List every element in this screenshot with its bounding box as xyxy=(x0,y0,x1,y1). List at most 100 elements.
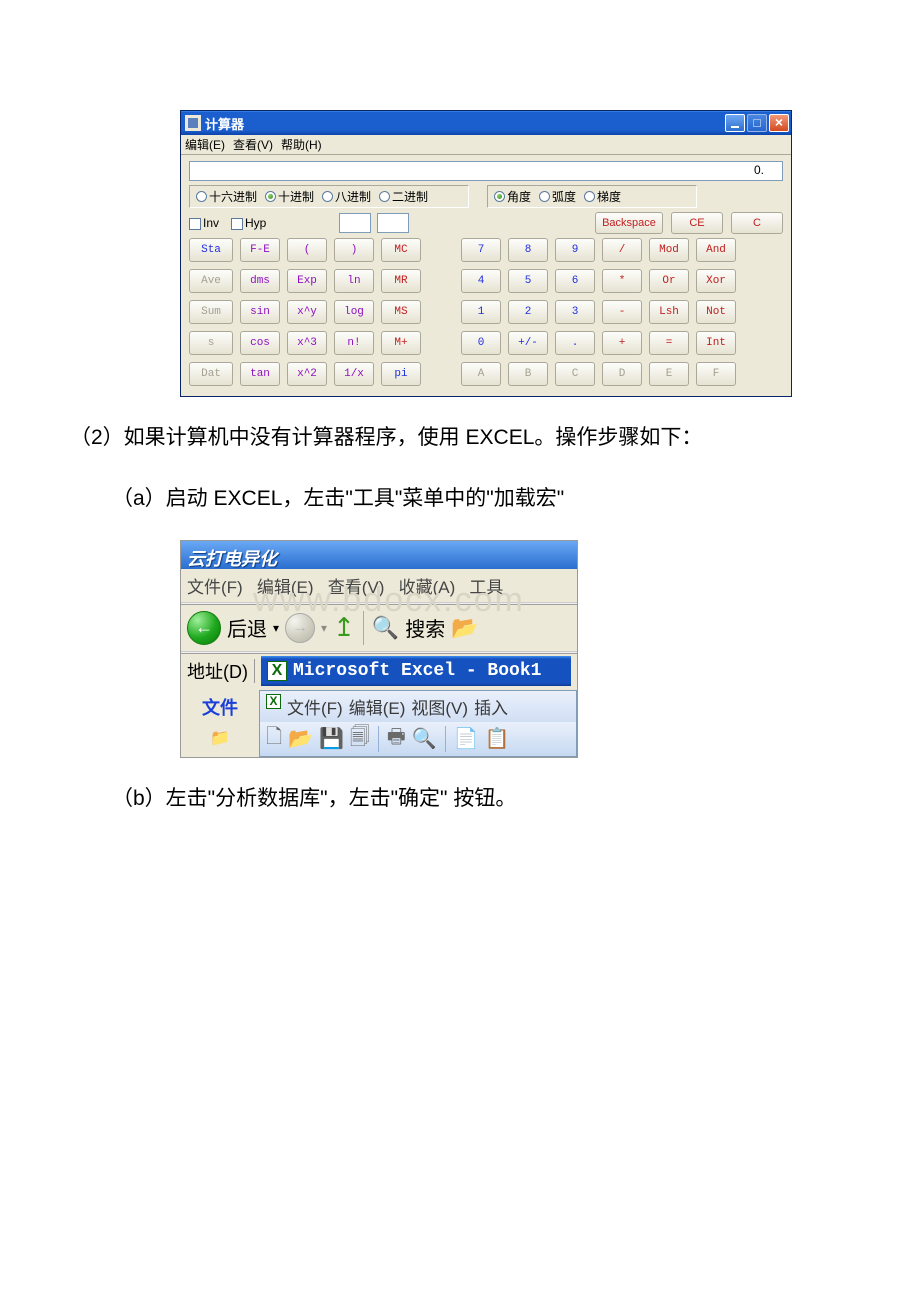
btn-int[interactable]: Int xyxy=(696,331,736,355)
menu-view[interactable]: 查看(V) xyxy=(233,136,273,153)
btn-sum[interactable]: Sum xyxy=(189,300,233,324)
ce-button[interactable]: CE xyxy=(671,212,723,234)
maximize-button[interactable] xyxy=(747,114,767,132)
btn-b[interactable]: B xyxy=(508,362,548,386)
forward-icon[interactable]: → xyxy=(285,613,315,643)
btn-log[interactable]: log xyxy=(334,300,374,324)
btn-eq[interactable]: = xyxy=(649,331,689,355)
dd1[interactable] xyxy=(339,213,371,233)
copy-icon[interactable]: 📄 xyxy=(454,726,479,751)
btn-pi[interactable]: pi xyxy=(381,362,421,386)
search-label[interactable]: 搜索 xyxy=(405,613,445,642)
btn-dot[interactable]: . xyxy=(555,331,595,355)
folder-icon[interactable]: 📁 xyxy=(210,728,230,748)
btn-or[interactable]: Or xyxy=(649,269,689,293)
btn-0[interactable]: 0 xyxy=(461,331,501,355)
btn-sin[interactable]: sin xyxy=(240,300,280,324)
excel-titlebar[interactable]: X Microsoft Excel - Book1 xyxy=(261,656,571,686)
ie-menu-edit[interactable]: 编辑(E) xyxy=(257,578,314,597)
btn-fe[interactable]: F-E xyxy=(240,238,280,262)
radio-oct[interactable]: 八进制 xyxy=(322,188,371,205)
back-chevron-icon[interactable]: ▾ xyxy=(273,621,279,635)
radio-grad[interactable]: 梯度 xyxy=(584,188,621,205)
btn-mod[interactable]: Mod xyxy=(649,238,689,262)
excel-doc-icon[interactable]: X xyxy=(266,694,281,709)
btn-rparen[interactable]: ) xyxy=(334,238,374,262)
back-icon[interactable]: ← xyxy=(187,611,221,645)
ie-menu-file[interactable]: 文件(F) xyxy=(187,578,243,597)
btn-x3[interactable]: x^3 xyxy=(287,331,327,355)
xl-menu-file[interactable]: 文件(F) xyxy=(287,694,343,719)
c-button[interactable]: C xyxy=(731,212,783,234)
search-icon[interactable]: 🔍 xyxy=(372,615,399,641)
btn-4[interactable]: 4 xyxy=(461,269,501,293)
btn-6[interactable]: 6 xyxy=(555,269,595,293)
btn-dms[interactable]: dms xyxy=(240,269,280,293)
btn-2[interactable]: 2 xyxy=(508,300,548,324)
btn-lsh[interactable]: Lsh xyxy=(649,300,689,324)
xl-menu-view[interactable]: 视图(V) xyxy=(411,694,468,719)
radio-rad[interactable]: 弧度 xyxy=(539,188,576,205)
btn-mc[interactable]: MC xyxy=(381,238,421,262)
close-button[interactable]: × xyxy=(769,114,789,132)
btn-3[interactable]: 3 xyxy=(555,300,595,324)
btn-d[interactable]: D xyxy=(602,362,642,386)
xl-menu-edit[interactable]: 编辑(E) xyxy=(349,694,406,719)
menu-help[interactable]: 帮助(H) xyxy=(281,136,322,153)
btn-xy[interactable]: x^y xyxy=(287,300,327,324)
btn-cos[interactable]: cos xyxy=(240,331,280,355)
up-icon[interactable]: ↥ xyxy=(333,612,355,643)
btn-sta[interactable]: Sta xyxy=(189,238,233,262)
dd2[interactable] xyxy=(377,213,409,233)
btn-1[interactable]: 1 xyxy=(461,300,501,324)
menu-edit[interactable]: 编辑(E) xyxy=(185,136,225,153)
radio-hex[interactable]: 十六进制 xyxy=(196,188,257,205)
btn-neg[interactable]: +/- xyxy=(508,331,548,355)
btn-dat[interactable]: Dat xyxy=(189,362,233,386)
files-button[interactable]: 文件 xyxy=(202,694,238,720)
checkbox-inv[interactable]: Inv xyxy=(189,216,219,230)
back-label[interactable]: 后退 xyxy=(227,613,267,642)
btn-cc[interactable]: C xyxy=(555,362,595,386)
preview-icon[interactable]: 🔍 xyxy=(412,726,437,751)
btn-a[interactable]: A xyxy=(461,362,501,386)
btn-7[interactable]: 7 xyxy=(461,238,501,262)
btn-1x[interactable]: 1/x xyxy=(334,362,374,386)
checkbox-hyp[interactable]: Hyp xyxy=(231,216,266,230)
print-icon[interactable]: 🖶 xyxy=(387,722,406,756)
radio-deg[interactable]: 角度 xyxy=(494,188,531,205)
btn-mr[interactable]: MR xyxy=(381,269,421,293)
radio-dec[interactable]: 十进制 xyxy=(265,188,314,205)
ie-menu-tool[interactable]: 工具 xyxy=(469,578,503,597)
ie-menu-view[interactable]: 查看(V) xyxy=(328,578,385,597)
open-icon[interactable]: 📂 xyxy=(288,726,313,751)
saveall-icon[interactable]: 🗐 xyxy=(350,722,370,756)
new-icon[interactable]: 🗋 xyxy=(266,722,282,756)
btn-exp[interactable]: Exp xyxy=(287,269,327,293)
folders-icon[interactable]: 📂 xyxy=(451,615,478,641)
btn-x2[interactable]: x^2 xyxy=(287,362,327,386)
btn-xor[interactable]: Xor xyxy=(696,269,736,293)
btn-8[interactable]: 8 xyxy=(508,238,548,262)
btn-add[interactable]: + xyxy=(602,331,642,355)
btn-9[interactable]: 9 xyxy=(555,238,595,262)
btn-tan[interactable]: tan xyxy=(240,362,280,386)
btn-nfact[interactable]: n! xyxy=(334,331,374,355)
save-icon[interactable]: 💾 xyxy=(319,726,344,751)
btn-not[interactable]: Not xyxy=(696,300,736,324)
paste-icon[interactable]: 📋 xyxy=(485,726,510,751)
btn-div[interactable]: / xyxy=(602,238,642,262)
ie-menu-fav[interactable]: 收藏(A) xyxy=(399,578,456,597)
minimize-button[interactable] xyxy=(725,114,745,132)
btn-ms[interactable]: MS xyxy=(381,300,421,324)
btn-5[interactable]: 5 xyxy=(508,269,548,293)
btn-sub[interactable]: - xyxy=(602,300,642,324)
btn-mul[interactable]: * xyxy=(602,269,642,293)
btn-e[interactable]: E xyxy=(649,362,689,386)
btn-lparen[interactable]: ( xyxy=(287,238,327,262)
backspace-button[interactable]: Backspace xyxy=(595,212,663,234)
btn-mplus[interactable]: M+ xyxy=(381,331,421,355)
btn-ave[interactable]: Ave xyxy=(189,269,233,293)
btn-f[interactable]: F xyxy=(696,362,736,386)
radio-bin[interactable]: 二进制 xyxy=(379,188,428,205)
